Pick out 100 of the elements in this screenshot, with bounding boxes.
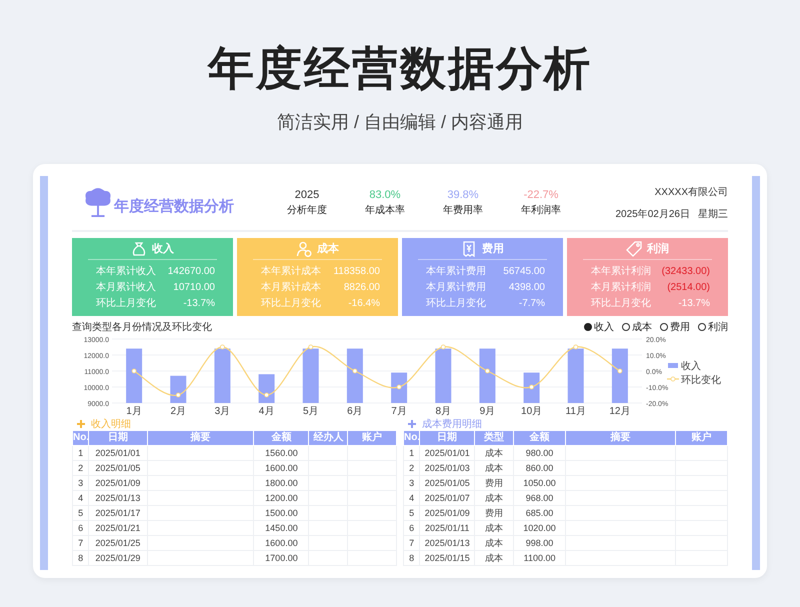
table-cell: 2 (404, 460, 420, 476)
metric-label: 环比上月变化 (96, 296, 156, 310)
metric-label: 本年累计收入 (96, 264, 156, 278)
table-cell: 成本 (474, 520, 514, 536)
table-cell: 2025/01/29 (88, 550, 147, 566)
table-cell: 1800.00 (254, 476, 309, 490)
radio-button[interactable] (660, 322, 668, 330)
metric-label: 本年累计成本 (261, 264, 321, 278)
data-point (573, 344, 578, 350)
radio-label[interactable]: 利润 (708, 320, 728, 334)
column-header: 摘要 (565, 430, 676, 446)
table-cell: 4 (404, 490, 420, 506)
legend-swatch (668, 363, 678, 368)
metric-label: 本月累计费用 (426, 280, 486, 294)
table-cell: 980.00 (514, 446, 566, 460)
radio-button[interactable] (698, 322, 706, 330)
column-header: 账户 (676, 430, 728, 446)
receipt-icon (461, 240, 477, 256)
axis-label: 2月 (170, 406, 186, 417)
metric-value: -13.7% (678, 298, 710, 308)
metric-value: 56745.00 (503, 266, 545, 276)
chart-bar (391, 372, 408, 403)
data-point (264, 392, 269, 398)
axis-label: 11月 (566, 406, 586, 417)
metric-value: 142670.00 (168, 266, 215, 276)
legend-label: 环比变化 (681, 375, 721, 386)
table-cell: 成本 (474, 490, 514, 506)
table-cell: 1500.00 (254, 506, 309, 520)
data-point (132, 368, 136, 374)
table-cell: 2025/01/21 (88, 520, 147, 536)
table-cell: 2025/01/13 (420, 536, 475, 550)
table-cell: 2025/01/01 (88, 446, 147, 460)
data-point (352, 368, 358, 374)
column-header: 类型 (474, 430, 514, 446)
table-cell: 1200.00 (254, 490, 309, 506)
metric-label: 本月累计利润 (591, 280, 651, 294)
column-header: 摘要 (147, 430, 254, 446)
metric-value: 8826.00 (344, 282, 380, 292)
table-cell: 2025/01/05 (420, 476, 475, 490)
metric-value: 10710.00 (173, 282, 215, 292)
table-cell: 4 (72, 490, 89, 506)
column-header: 账户 (348, 430, 396, 446)
metric-value: -16.4% (348, 298, 380, 308)
table-cell: 6 (72, 520, 89, 536)
chart-bar (612, 348, 628, 403)
table-cell: 成本 (474, 536, 514, 550)
table-cell: 3 (404, 476, 420, 490)
table-cell: 860.00 (514, 460, 566, 476)
table-cell: 2025/01/11 (420, 520, 475, 536)
table-cell: 685.00 (514, 506, 566, 520)
radio-label[interactable]: 收入 (594, 320, 614, 334)
metric-value: 4398.00 (508, 282, 545, 292)
tree-icon (84, 187, 112, 219)
axis-label: 7月 (391, 406, 407, 417)
metric-label: 本年累计费用 (426, 264, 486, 278)
metric-value: (2514.00) (667, 282, 710, 292)
column-header: 金额 (254, 430, 309, 446)
column-header: 日期 (420, 430, 475, 446)
data-point (440, 344, 446, 350)
table-cell: 1 (404, 446, 420, 460)
axis-label: 4月 (258, 406, 274, 417)
axis-label: 5月 (302, 406, 319, 417)
chart-bar (479, 348, 496, 403)
chart-bar (214, 348, 230, 403)
data-point (485, 368, 490, 374)
table-cell: 7 (72, 536, 89, 550)
stat-label: 年费用率 (443, 204, 483, 218)
stat-label: 年利润率 (521, 204, 561, 218)
column-header: 金额 (514, 430, 566, 446)
chart-bar (126, 348, 142, 403)
company-name: XXXXX有限公司 (654, 186, 728, 199)
axis-label: 12月 (609, 406, 630, 417)
table-cell: 1600.00 (254, 536, 309, 550)
card-title: 利润 (647, 242, 669, 256)
stat-value: 83.0% (369, 188, 401, 203)
table-cell: 8 (72, 550, 89, 566)
radio-label[interactable]: 成本 (632, 320, 652, 334)
table-cell: 1020.00 (514, 520, 566, 536)
table-cell: 2025/01/17 (88, 506, 147, 520)
table-cell: 7 (404, 536, 420, 550)
chart-title: 查询类型各月份情况及环比变化 (72, 320, 212, 334)
radio-button[interactable] (622, 322, 630, 330)
data-point (220, 344, 225, 350)
column-header: No. (72, 430, 89, 446)
metric-value: (32433.00) (662, 266, 710, 276)
sheet-title: 年度经营数据分析 (114, 196, 234, 216)
stat-value: 39.8% (447, 188, 479, 203)
metric-value: -7.7% (518, 298, 545, 308)
stat-value: -22.7% (524, 188, 558, 203)
table-cell: 成本 (474, 446, 514, 460)
table-cell: 1560.00 (254, 446, 309, 460)
chart-bar (435, 348, 452, 403)
chart-bar (258, 374, 275, 403)
radio-label[interactable]: 费用 (670, 320, 690, 334)
table-cell: 1450.00 (254, 520, 309, 536)
data-point (396, 384, 402, 390)
table-cell: 2025/01/25 (88, 536, 147, 550)
person-icon (296, 240, 312, 256)
chart-bar (568, 348, 584, 403)
radio-button[interactable] (584, 322, 592, 330)
